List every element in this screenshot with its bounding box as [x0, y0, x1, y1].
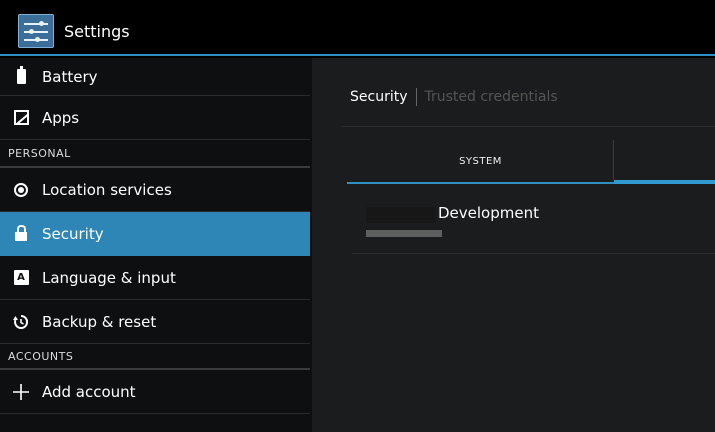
- breadcrumb-underline: [342, 126, 715, 127]
- redacted-subtitle: [366, 230, 442, 237]
- sidebar-item-label: Battery: [42, 67, 98, 86]
- tab-user[interactable]: [614, 140, 715, 184]
- content-pane: Security Trusted credentials SYSTEM Deve…: [312, 58, 715, 432]
- settings-sliders-icon[interactable]: [18, 14, 54, 48]
- sidebar-item-label: Security: [42, 224, 104, 243]
- certificate-row[interactable]: Development: [352, 198, 715, 254]
- tab-system[interactable]: SYSTEM: [347, 140, 614, 184]
- apps-icon: [12, 109, 30, 127]
- lock-icon: [12, 224, 30, 243]
- location-icon: [12, 181, 30, 199]
- sidebar-item-battery[interactable]: Battery: [0, 58, 310, 96]
- sidebar-item-add-account[interactable]: Add account: [0, 370, 310, 414]
- action-bar: Settings: [0, 0, 715, 56]
- section-header-personal: PERSONAL: [0, 140, 310, 168]
- keyboard-icon: A: [12, 269, 30, 287]
- section-header-accounts: ACCOUNTS: [0, 344, 310, 370]
- breadcrumb: Security Trusted credentials: [350, 88, 558, 106]
- sidebar-item-label: Add account: [42, 382, 136, 401]
- settings-list: Battery Apps PERSONAL Location services …: [0, 58, 312, 432]
- restore-icon: [12, 313, 30, 331]
- sidebar-item-label: Backup & reset: [42, 312, 157, 331]
- sidebar-item-language-input[interactable]: A Language & input: [0, 256, 310, 300]
- redacted-text: [366, 207, 436, 223]
- sidebar-item-apps[interactable]: Apps: [0, 96, 310, 140]
- breadcrumb-divider: [415, 88, 417, 106]
- battery-icon: [12, 66, 30, 86]
- sidebar-item-label: Apps: [42, 108, 80, 127]
- sidebar-item-location-services[interactable]: Location services: [0, 168, 310, 212]
- sidebar-item-label: Language & input: [42, 268, 176, 287]
- sidebar-item-security[interactable]: Security: [0, 212, 310, 256]
- certificate-title: Development: [438, 204, 539, 222]
- app-title: Settings: [64, 22, 130, 41]
- credentials-tabs: SYSTEM: [347, 140, 715, 184]
- breadcrumb-security[interactable]: Security: [350, 89, 408, 105]
- breadcrumb-trusted-credentials: Trusted credentials: [424, 89, 558, 105]
- sidebar-item-label: Location services: [42, 180, 172, 199]
- sidebar-item-backup-reset[interactable]: Backup & reset: [0, 300, 310, 344]
- plus-icon: [12, 383, 30, 401]
